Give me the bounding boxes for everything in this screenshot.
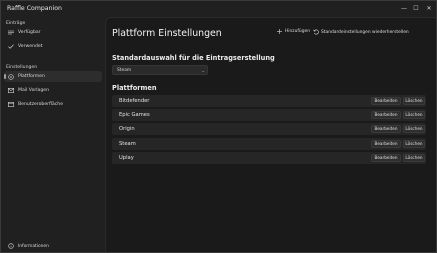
sidebar-item-user-interface[interactable]: Benutzeroberfläche bbox=[4, 99, 102, 110]
main-content: Plattform Einstellungen Hinzufügen Stand… bbox=[105, 17, 436, 252]
edit-button[interactable]: Bearbeiten bbox=[371, 97, 401, 105]
reset-icon bbox=[312, 29, 319, 35]
sidebar-item-label: Mail Vorlagen bbox=[18, 88, 50, 93]
sidebar-item-mail-templates[interactable]: Mail Vorlagen bbox=[4, 85, 102, 96]
sidebar: Einträge Verfügbar Verwendet Einstellung… bbox=[2, 17, 104, 252]
edit-button[interactable]: Bearbeiten bbox=[371, 111, 401, 119]
delete-button[interactable]: Löschen bbox=[403, 111, 425, 119]
platform-row: Origin Bearbeiten Löschen bbox=[112, 123, 426, 135]
minimize-button[interactable]: — bbox=[398, 4, 410, 14]
sidebar-section-settings: Einstellungen bbox=[6, 65, 38, 70]
sidebar-item-platforms[interactable]: Plattformen bbox=[4, 71, 102, 82]
platform-name: Bitdefender bbox=[119, 98, 150, 104]
sidebar-item-label: Informationen bbox=[18, 243, 49, 249]
platform-row: Bitdefender Bearbeiten Löschen bbox=[112, 95, 426, 107]
sidebar-item-label: Benutzeroberfläche bbox=[18, 102, 64, 107]
plus-icon bbox=[276, 29, 283, 34]
sidebar-item-information[interactable]: Informationen bbox=[4, 241, 102, 251]
delete-button[interactable]: Löschen bbox=[403, 140, 425, 148]
sidebar-item-label: Plattformen bbox=[18, 74, 45, 79]
app-title: Raffle Companion bbox=[7, 5, 62, 12]
info-icon bbox=[6, 243, 16, 249]
platform-icon bbox=[6, 73, 16, 80]
add-platform-button[interactable]: Hinzufügen bbox=[276, 29, 310, 34]
page-title: Plattform Einstellungen bbox=[112, 28, 222, 39]
edit-button[interactable]: Bearbeiten bbox=[371, 140, 401, 148]
delete-button[interactable]: Löschen bbox=[403, 125, 425, 133]
mail-icon bbox=[6, 88, 16, 93]
select-value: Steam bbox=[117, 67, 132, 73]
reset-defaults-button[interactable]: Standardeinstellungen wiederherstellen bbox=[312, 29, 409, 35]
platforms-heading: Plattformen bbox=[112, 84, 157, 92]
platform-name: Steam bbox=[119, 141, 136, 147]
interface-icon bbox=[6, 102, 16, 107]
sidebar-item-label: Verfügbar bbox=[18, 30, 41, 35]
edit-button[interactable]: Bearbeiten bbox=[371, 125, 401, 133]
platform-row: Steam Bearbeiten Löschen bbox=[112, 138, 426, 150]
default-platform-select[interactable]: Steam ⌄ bbox=[112, 65, 208, 75]
platform-name: Uplay bbox=[119, 155, 134, 161]
default-selection-heading: Standardauswahl für die Eintragserstellu… bbox=[112, 54, 275, 62]
sidebar-section-entries: Einträge bbox=[6, 21, 26, 26]
chevron-down-icon: ⌄ bbox=[201, 67, 205, 73]
reset-label: Standardeinstellungen wiederherstellen bbox=[321, 29, 409, 35]
edit-button[interactable]: Bearbeiten bbox=[371, 154, 401, 162]
maximize-button[interactable]: ☐ bbox=[410, 4, 422, 14]
platform-name: Epic Games bbox=[119, 112, 150, 118]
sidebar-item-available[interactable]: Verfügbar bbox=[4, 27, 102, 38]
delete-button[interactable]: Löschen bbox=[403, 97, 425, 105]
close-button[interactable]: ✕ bbox=[423, 4, 435, 14]
platform-name: Origin bbox=[119, 126, 135, 132]
list-icon bbox=[6, 30, 16, 35]
platform-row: Epic Games Bearbeiten Löschen bbox=[112, 109, 426, 121]
check-icon bbox=[6, 44, 16, 49]
selection-indicator bbox=[4, 74, 6, 79]
delete-button[interactable]: Löschen bbox=[403, 154, 425, 162]
sidebar-item-label: Verwendet bbox=[18, 44, 43, 49]
platform-row: Uplay Bearbeiten Löschen bbox=[112, 152, 426, 164]
add-label: Hinzufügen bbox=[285, 29, 310, 34]
app-window: Raffle Companion — ☐ ✕ Einträge Verfügba… bbox=[0, 0, 437, 253]
sidebar-item-used[interactable]: Verwendet bbox=[4, 41, 102, 52]
